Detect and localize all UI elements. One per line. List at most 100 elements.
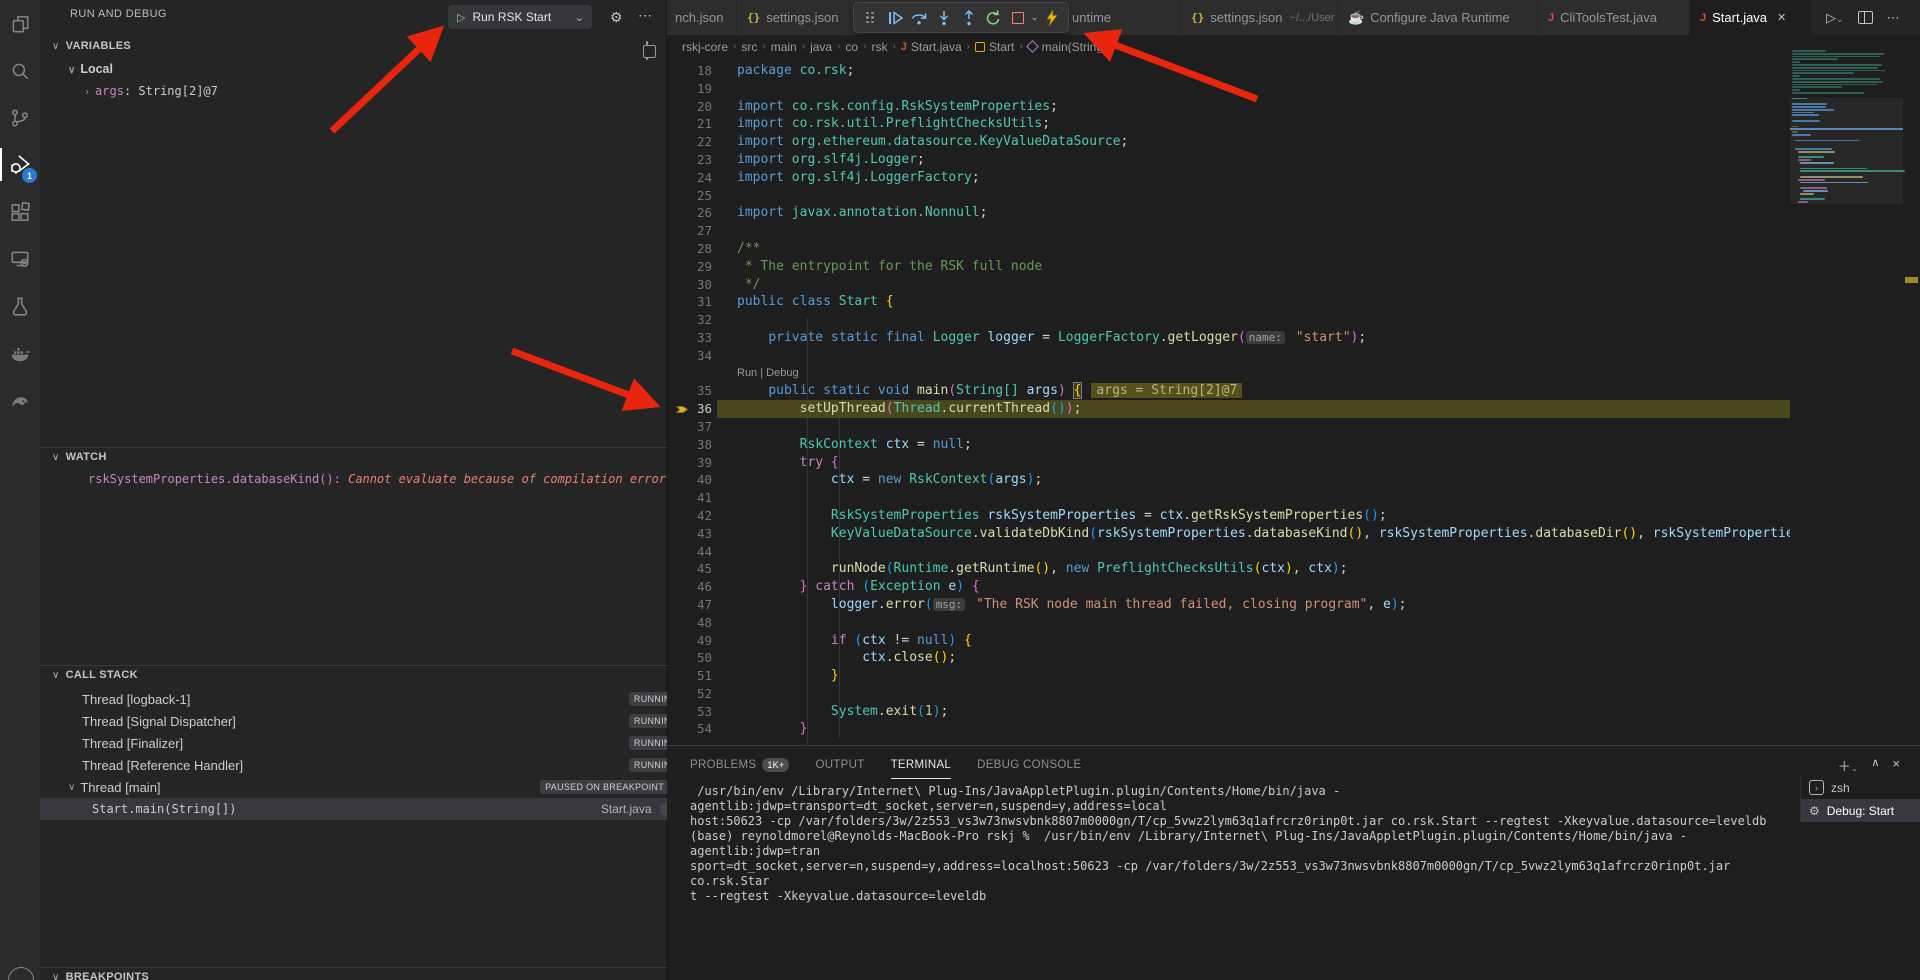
code-line[interactable]: 38 RskContext ctx = null; [667, 436, 1790, 454]
code-line[interactable]: 52 [667, 685, 1790, 703]
breadcrumb-item[interactable]: co [845, 40, 858, 54]
code-line[interactable]: 41 [667, 489, 1790, 507]
run-config-dropdown[interactable]: ▷ Run RSK Start ⌄ [448, 5, 592, 29]
close-panel-icon[interactable]: × [1892, 756, 1900, 775]
code-line[interactable]: 44 [667, 543, 1790, 561]
code-line[interactable]: 45 runNode(Runtime.getRuntime(), new Pre… [667, 560, 1790, 578]
code-line[interactable]: 53 System.exit(1); [667, 703, 1790, 721]
code-line[interactable]: 24import org.slf4j.LoggerFactory; [667, 169, 1790, 187]
maximize-panel-icon[interactable]: ∧ [1871, 756, 1879, 775]
code-line[interactable]: 35 public static void main(String[] args… [667, 382, 1790, 400]
code-line[interactable]: 31public class Start { [667, 293, 1790, 311]
breadcrumb-item[interactable]: main [771, 40, 797, 54]
gradle-icon[interactable] [0, 376, 40, 423]
drag-handle-icon[interactable] [858, 5, 883, 31]
more-actions-icon[interactable]: ⋯ [1887, 10, 1900, 26]
tab-Configure Java Runtime[interactable]: ☕Configure Java Runtime [1338, 0, 1538, 35]
panel-tab-terminal[interactable]: TERMINAL [891, 758, 952, 772]
code-line[interactable]: 39 try { [667, 454, 1790, 472]
continue-icon[interactable] [883, 5, 908, 31]
tab-CliToolsTest.java[interactable]: JCliToolsTest.java [1538, 0, 1690, 35]
terminal-list-item-zsh[interactable]: ›zsh [1801, 776, 1920, 799]
code-line[interactable]: 26import javax.annotation.Nonnull; [667, 204, 1790, 222]
search-icon[interactable] [0, 47, 40, 94]
breadcrumb-item[interactable]: Start [975, 40, 1014, 54]
code-editor[interactable]: 18package co.rsk;1920import co.rsk.confi… [667, 53, 1790, 745]
extensions-icon[interactable] [0, 188, 40, 235]
panel-tab-debug-console[interactable]: DEBUG CONSOLE [977, 758, 1081, 772]
minimap[interactable] [1790, 50, 1903, 310]
code-line[interactable]: 50 ctx.close(); [667, 649, 1790, 667]
run-and-debug-icon[interactable]: 1 [0, 141, 40, 188]
code-line[interactable]: 27 [667, 222, 1790, 240]
code-line[interactable]: 23import org.slf4j.Logger; [667, 151, 1790, 169]
code-line[interactable]: 34 [667, 347, 1790, 365]
code-line[interactable]: 30 */ [667, 276, 1790, 294]
code-line[interactable]: 36 setUpThread(Thread.currentThread()); [667, 400, 1790, 418]
breadcrumb-item[interactable]: main(String[]) [1028, 40, 1114, 54]
remote-explorer-icon[interactable] [0, 235, 40, 282]
step-into-icon[interactable] [932, 5, 957, 31]
close-icon[interactable]: ✕ [1777, 11, 1786, 24]
new-terminal-icon[interactable]: ＋⌄ [1838, 756, 1859, 775]
terminal-output[interactable]: /usr/bin/env /Library/Internet\ Plug-Ins… [690, 784, 1780, 904]
code-line[interactable]: 54 } [667, 720, 1790, 738]
code-line[interactable]: 46 } catch (Exception e) { [667, 578, 1790, 596]
code-line[interactable]: 20import co.rsk.config.RskSystemProperti… [667, 98, 1790, 116]
panel-tab-output[interactable]: OUTPUT [815, 758, 864, 772]
terminal-list-item-debug-start[interactable]: ⚙Debug: Start [1801, 799, 1920, 822]
section-action-icon[interactable] [646, 42, 648, 60]
code-line[interactable]: 49 if (ctx != null) { [667, 632, 1790, 650]
code-line[interactable]: 42 RskSystemProperties rskSystemProperti… [667, 507, 1790, 525]
thread-row[interactable]: ∨Thread [main]PAUSED ON BREAKPOINT [40, 776, 683, 798]
thread-row[interactable]: Thread [Finalizer]RUNNING [40, 732, 697, 754]
restart-icon[interactable] [981, 5, 1006, 31]
code-line[interactable]: 37 [667, 418, 1790, 436]
variables-scope-local[interactable]: ∨Local [68, 62, 113, 76]
breadcrumb-item[interactable]: rskj-core [682, 40, 728, 54]
step-over-icon[interactable] [907, 5, 932, 31]
breadcrumb-item[interactable]: rsk [871, 40, 887, 54]
code-lens[interactable]: Run | Debug [737, 365, 799, 383]
chevron-down-icon[interactable]: ⌄ [1030, 5, 1039, 31]
breadcrumb-item[interactable]: java [810, 40, 832, 54]
code-line[interactable]: 29 * The entrypoint for the RSK full nod… [667, 258, 1790, 276]
docker-icon[interactable] [0, 329, 40, 376]
panel-tab-problems[interactable]: PROBLEMS1K+ [690, 758, 789, 772]
code-line[interactable]: 48 [667, 614, 1790, 632]
tab-Start.java[interactable]: JStart.java✕ [1690, 0, 1812, 35]
testing-icon[interactable] [0, 282, 40, 329]
code-line[interactable]: 21import co.rsk.util.PreflightChecksUtil… [667, 115, 1790, 133]
run-java-icon[interactable]: ▷⌄ [1826, 10, 1844, 26]
stop-icon[interactable] [1005, 5, 1030, 31]
code-line[interactable]: 47 logger.error(msg: "The RSK node main … [667, 596, 1790, 614]
thread-row[interactable]: Thread [Signal Dispatcher]RUNNING [40, 710, 697, 732]
code-line[interactable]: 18package co.rsk; [667, 62, 1790, 80]
code-line[interactable]: 32 [667, 311, 1790, 329]
code-line[interactable]: 51 } [667, 667, 1790, 685]
variables-section-header[interactable]: ∨VARIABLES [52, 40, 131, 52]
thread-row[interactable]: Thread [Reference Handler]RUNNING [40, 754, 697, 776]
breakpoints-section-header[interactable]: ∨BREAKPOINTS [52, 971, 149, 980]
variable-row-args[interactable]: ›args: String[2]@7 [84, 84, 218, 98]
explorer-icon[interactable] [0, 0, 40, 47]
thread-row[interactable]: Thread [logback-1]RUNNING [40, 688, 697, 710]
split-editor-icon[interactable] [1858, 11, 1873, 24]
source-control-icon[interactable] [0, 94, 40, 141]
code-line[interactable]: 33 private static final Logger logger = … [667, 329, 1790, 347]
step-out-icon[interactable] [956, 5, 981, 31]
tab-settings.json[interactable]: {}settings.json~/.../User [1181, 0, 1338, 35]
gear-icon[interactable]: ⚙ [610, 9, 623, 26]
hot-code-replace-icon[interactable] [1039, 5, 1064, 31]
code-line[interactable]: 43 KeyValueDataSource.validateDbKind(rsk… [667, 525, 1790, 543]
account-icon[interactable] [8, 967, 34, 980]
watch-section-header[interactable]: ∨WATCH [52, 451, 107, 463]
breadcrumb-item[interactable]: src [741, 40, 757, 54]
stack-frame-row[interactable]: Start.main(String[])Start.java36:1 [40, 798, 707, 820]
call-stack-section-header[interactable]: ∨CALL STACK [52, 669, 138, 681]
code-line[interactable]: 28/** [667, 240, 1790, 258]
tab-nch.json[interactable]: nch.json [667, 0, 737, 35]
watch-expression-row[interactable]: rskSystemProperties.databaseKind(): Cann… [88, 472, 731, 486]
breadcrumb-item[interactable]: JStart.java [901, 40, 962, 54]
code-line[interactable]: 25 [667, 187, 1790, 205]
